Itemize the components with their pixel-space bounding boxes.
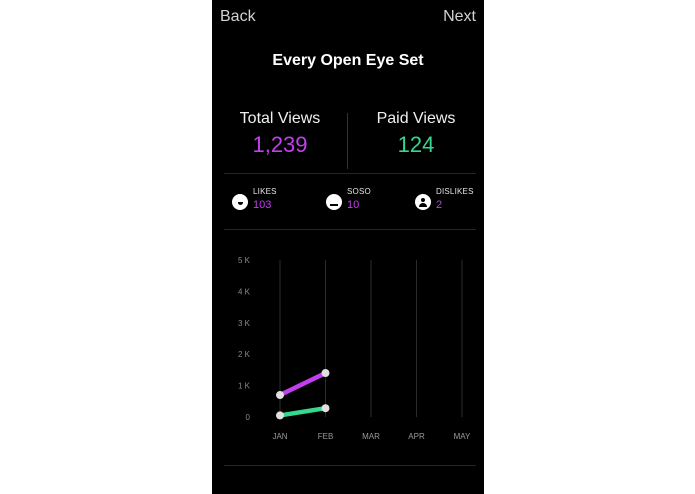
x-tick-label: JAN bbox=[272, 432, 287, 441]
x-tick-label: MAR bbox=[362, 432, 380, 441]
paid-views-label: Paid Views bbox=[376, 110, 456, 127]
smile-face-icon bbox=[232, 194, 248, 210]
series-line-1 bbox=[277, 370, 328, 398]
divider-line bbox=[224, 465, 476, 466]
data-point bbox=[276, 411, 284, 420]
data-point bbox=[321, 369, 330, 378]
neutral-face-icon bbox=[326, 194, 342, 210]
next-button[interactable]: Next bbox=[443, 8, 476, 26]
paid-views-value: 124 bbox=[397, 132, 435, 157]
dislikes-reaction: DISLIKES 2 bbox=[415, 187, 474, 211]
x-tick-label: APR bbox=[408, 432, 425, 441]
series-line-2 bbox=[277, 405, 328, 418]
back-button[interactable]: Back bbox=[220, 8, 256, 26]
total-views-label: Total Views bbox=[239, 110, 321, 127]
likes-reaction: LIKES 103 bbox=[232, 187, 277, 211]
soso-reaction: SOSO 10 bbox=[326, 187, 371, 211]
likes-count: 103 bbox=[253, 199, 272, 211]
data-point bbox=[321, 404, 330, 413]
likes-label: LIKES bbox=[253, 187, 277, 196]
divider-line bbox=[224, 229, 476, 230]
y-tick-label: 5 K bbox=[238, 256, 251, 265]
y-tick-label: 4 K bbox=[238, 287, 251, 296]
y-tick-label: 0 bbox=[246, 413, 251, 422]
divider-line bbox=[224, 173, 476, 174]
y-tick-label: 3 K bbox=[238, 319, 251, 328]
dislikes-count: 2 bbox=[436, 199, 443, 211]
total-views-stat: Total Views 1,239 bbox=[212, 110, 348, 158]
soso-label: SOSO bbox=[347, 187, 371, 196]
data-point bbox=[276, 391, 284, 400]
x-tick-label: MAY bbox=[454, 432, 471, 441]
soso-count: 10 bbox=[347, 199, 360, 211]
person-face-icon bbox=[415, 194, 431, 210]
page-title: Every Open Eye Set bbox=[272, 52, 424, 69]
x-tick-label: FEB bbox=[318, 432, 334, 441]
views-line-chart: 0 1 K 2 K 3 K 4 K 5 K JAN FEB MAR APR MAY bbox=[238, 256, 471, 441]
y-tick-label: 1 K bbox=[238, 382, 251, 391]
paid-views-stat: Paid Views 124 bbox=[348, 110, 484, 158]
total-views-value: 1,239 bbox=[252, 132, 308, 157]
app-screen: Back Next Every Open Eye Set Total Views… bbox=[212, 0, 484, 494]
y-tick-label: 2 K bbox=[238, 350, 251, 359]
dislikes-label: DISLIKES bbox=[436, 187, 474, 196]
